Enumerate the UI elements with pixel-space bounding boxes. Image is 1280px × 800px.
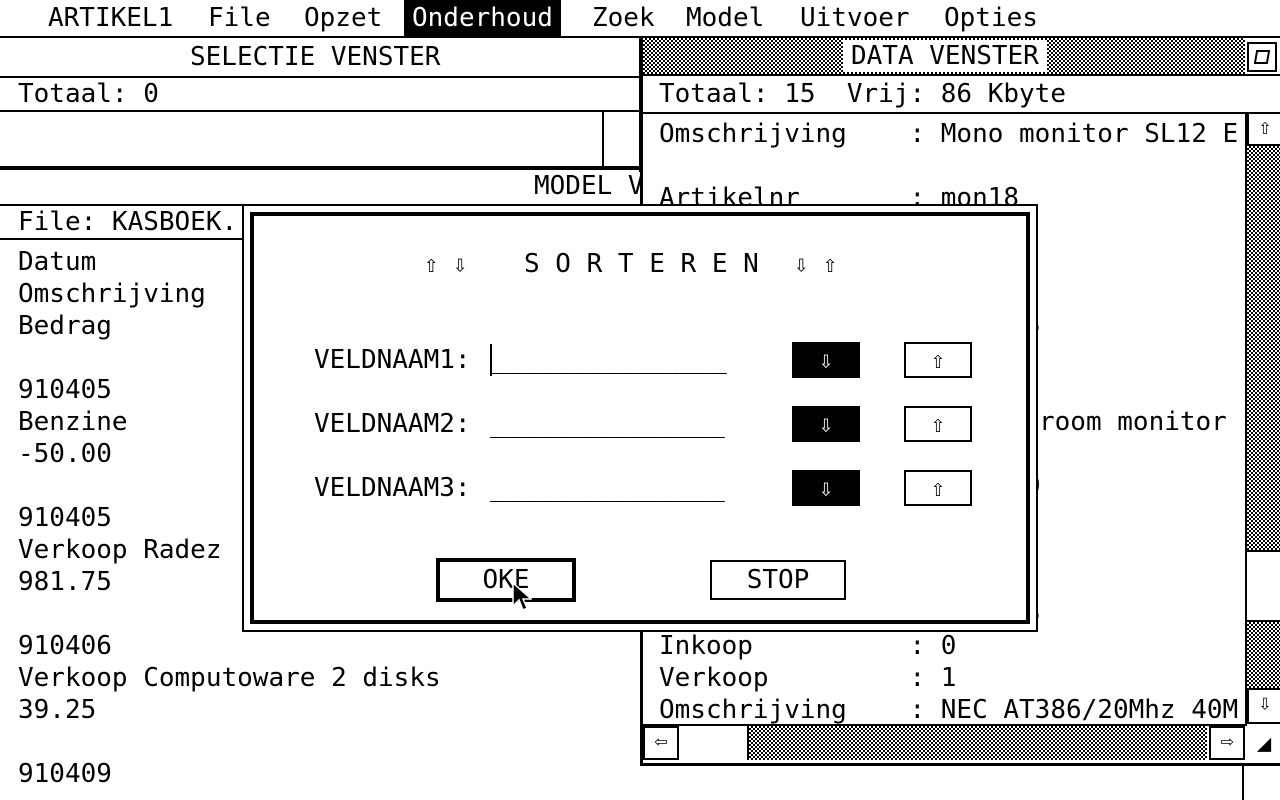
selectie-window: SELECTIE VENSTER Totaal: 0 [0,38,642,172]
menu-artikel1[interactable]: ARTIKEL1 [40,0,181,36]
menu-opties[interactable]: Opties [936,0,1046,36]
scroll-up-icon[interactable]: ⇧ [1247,112,1280,146]
menu-uitvoer[interactable]: Uitvoer [792,0,918,36]
stop-button[interactable]: STOP [710,560,846,600]
selectie-title: SELECTIE VENSTER [190,42,441,72]
data-line [659,150,1243,182]
veldnaam1-label: VELDNAAM1: [314,345,471,375]
data-line: Inkoop : 0 [659,631,957,661]
oke-button[interactable]: OKE [436,558,576,602]
record-line: 39.25 [18,695,97,725]
scroll-left-icon[interactable]: ⇦ [643,726,679,760]
sort-arrows-right-icon: ⇩ ⇧ [794,250,838,278]
selectie-totaal: Totaal: 0 [18,79,159,109]
data-title: DATA VENSTER [843,40,1047,72]
mouse-pointer-icon [512,582,532,612]
vertical-scrollbar[interactable]: ⇧ ⇩ [1245,112,1280,726]
menu-onderhoud[interactable]: Onderhoud [404,0,561,36]
divider [1242,766,1244,800]
scroll-track[interactable] [749,726,1207,760]
divider [602,112,604,168]
veldnaam3-ascending-button[interactable]: ⇧ [904,470,972,506]
scroll-thumb[interactable] [1247,550,1280,622]
data-line: Verkoop : 1 [659,663,957,693]
horizontal-scrollbar[interactable]: ⇦ ⇨ [643,724,1245,760]
dialog-title: S O R T E R E N [524,249,759,279]
data-status: Totaal: 15 Vrij: 86 Kbyte [659,79,1066,109]
veldnaam1-ascending-button[interactable]: ⇧ [904,342,972,378]
menu-zoek[interactable]: Zoek [584,0,663,36]
menu-bar: ARTIKEL1 File Opzet Onderhoud Zoek Model… [0,0,1280,38]
divider [643,74,1280,76]
scroll-thumb[interactable] [679,726,749,760]
menu-model[interactable]: Model [678,0,772,36]
veldnaam1-descending-button[interactable]: ⇩ [792,342,860,378]
veldnaam2-ascending-button[interactable]: ⇧ [904,406,972,442]
veldnaam3-label: VELDNAAM3: [314,473,471,503]
sort-dialog: ⇧ ⇩ S O R T E R E N ⇩ ⇧ VELDNAAM1: _____… [242,204,1038,632]
fuller-icon[interactable] [1247,42,1277,72]
scroll-right-icon[interactable]: ⇨ [1209,726,1245,760]
record-line: Verkoop Computoware 2 disks [18,663,441,693]
record-line: 910406 [18,631,112,661]
veldnaam3-input[interactable]: _______________ [490,472,725,504]
selectie-input-area[interactable] [0,112,604,166]
divider [643,112,1280,114]
veldnaam1-input[interactable]: _______________ [490,344,727,376]
scroll-track[interactable] [1247,622,1280,688]
record-line: 910409 [18,759,112,789]
veldnaam2-descending-button[interactable]: ⇩ [792,406,860,442]
data-line: Omschrijving : NEC AT386/20Mhz 40M [659,695,1239,725]
veldnaam2-input[interactable]: _______________ [490,408,725,440]
resize-icon[interactable]: ◢ [1247,726,1280,760]
veldnaam2-label: VELDNAAM2: [314,409,471,439]
record-line [18,726,618,758]
data-partial-text: room monitor [1039,407,1227,437]
veldnaam3-descending-button[interactable]: ⇩ [792,470,860,506]
model-title: MODEL V [534,171,644,201]
data-content-bottom: Inkoop : 0 Verkoop : 1 Omschrijving : NE… [659,630,1243,726]
scroll-down-icon[interactable]: ⇩ [1247,688,1280,724]
scroll-track[interactable] [1247,146,1280,550]
menu-opzet[interactable]: Opzet [296,0,390,36]
menu-file[interactable]: File [200,0,279,36]
data-line: Omschrijving : Mono monitor SL12 E [659,119,1239,149]
sort-arrows-left-icon: ⇧ ⇩ [424,250,468,278]
model-file-label: File: KASBOEK. [18,207,238,237]
